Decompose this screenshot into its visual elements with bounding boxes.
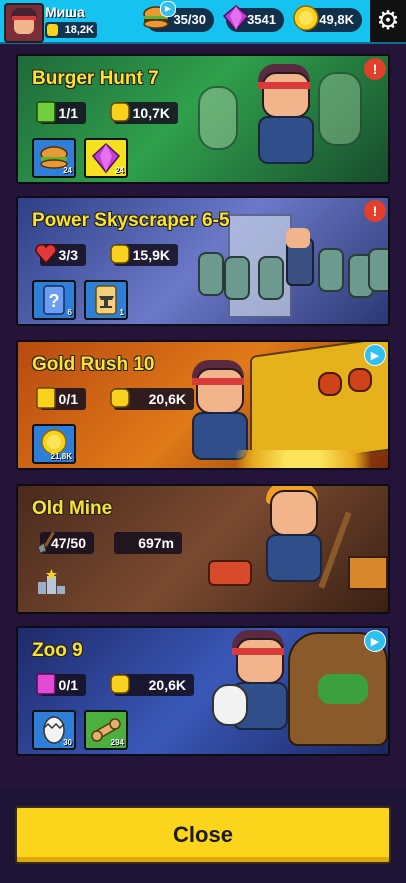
play-video-icon[interactable]: ▶ <box>364 344 386 366</box>
gem-icon <box>222 5 250 32</box>
play-video-icon[interactable]: ▶ <box>364 630 386 652</box>
mission-title: Burger Hunt 7 <box>32 68 159 89</box>
reward-coins[interactable]: 21,8K <box>32 424 76 464</box>
reward-bone[interactable]: 294 <box>84 710 128 750</box>
ticket-stat: 0/1 <box>36 387 86 410</box>
shovel-stat: 47/50 <box>37 531 94 554</box>
mission-title: Gold Rush 10 <box>32 354 155 375</box>
svg-text:?: ? <box>49 291 60 311</box>
mission-title: Old Mine <box>32 498 113 519</box>
mission-card-burger-hunt[interactable]: Burger Hunt 7 1/1 10,7K 24 24 ! <box>16 54 390 184</box>
lives-stat: 3/3 <box>35 243 86 266</box>
gem-counter[interactable]: 3541 <box>222 5 284 32</box>
mission-title: Zoo 9 <box>32 640 83 661</box>
reward-burger[interactable]: 24 <box>32 138 76 178</box>
mission-card-gold-rush[interactable]: Gold Rush 10 0/1 20,6K 21,8K ▶ <box>16 340 390 470</box>
top-bar: Миша 18,2K 35/30 ▶ 3541 49,8K ⚙ <box>0 0 406 44</box>
mission-card-zoo[interactable]: Zoo 9 0/1 20,6K 30 294 ▶ <box>16 626 390 756</box>
pink-ticket-icon <box>36 673 56 695</box>
reward-gem[interactable]: 24 <box>84 138 128 178</box>
fist-icon <box>47 24 58 36</box>
mission-card-old-mine[interactable]: Old Mine 47/50 697m <box>16 484 390 614</box>
reward-anvil-card[interactable]: 1 <box>84 280 128 320</box>
mission-list[interactable]: Burger Hunt 7 1/1 10,7K 24 24 ! Power Sk… <box>0 44 406 789</box>
yellow-ticket-icon <box>36 387 56 409</box>
close-button[interactable]: Close <box>15 806 391 864</box>
hero-character <box>244 64 324 182</box>
alert-icon: ! <box>364 200 386 222</box>
power-stat: 15,9K <box>110 244 178 266</box>
fist-icon <box>110 388 130 408</box>
heart-icon <box>35 243 57 265</box>
podium-icon <box>38 569 65 594</box>
ticket-stat: 0/1 <box>36 673 86 696</box>
reward-mystery-card[interactable]: ? 6 <box>32 280 76 320</box>
settings-gear-icon[interactable]: ⚙ <box>370 0 406 42</box>
coin-counter[interactable]: 49,8K <box>293 5 362 32</box>
depth-stat: 697m <box>114 532 182 554</box>
player-name: Миша <box>45 4 85 20</box>
fist-icon <box>110 102 130 122</box>
reward-egg[interactable]: 30 <box>32 710 76 750</box>
power-stat: 20,6K <box>110 388 194 410</box>
mission-title: Power Skyscraper 6-5 <box>32 210 230 231</box>
fist-icon <box>110 244 130 264</box>
player-avatar[interactable] <box>4 3 44 43</box>
green-ticket-icon <box>36 101 56 123</box>
alert-icon: ! <box>364 58 386 80</box>
coin-icon <box>293 5 319 31</box>
fist-icon <box>110 674 130 694</box>
burger-counter[interactable]: 35/30 <box>143 6 214 32</box>
power-stat: 20,6K <box>110 674 194 696</box>
ticket-stat: 1/1 <box>36 101 86 124</box>
player-power: 18,2K <box>45 22 97 38</box>
burger-play-icon[interactable]: ▶ <box>160 1 176 17</box>
power-stat: 10,7K <box>110 102 178 124</box>
mission-card-power-skyscraper[interactable]: Power Skyscraper 6-5 3/3 15,9K ? 6 1 ! <box>16 196 390 326</box>
